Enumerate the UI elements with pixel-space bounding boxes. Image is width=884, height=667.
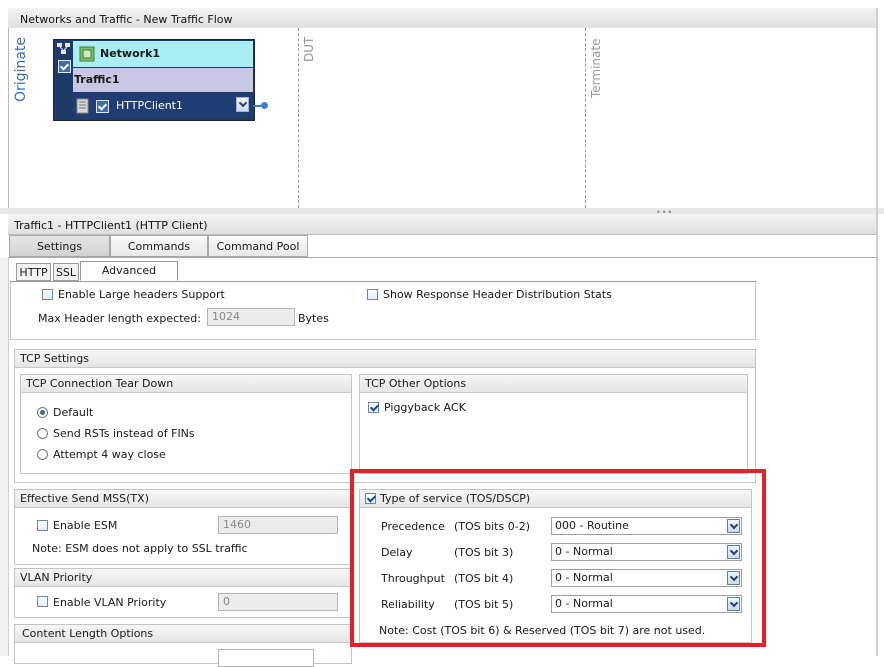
max-header-length-unit: Bytes	[298, 312, 329, 325]
network-row[interactable]: Network1	[73, 41, 253, 67]
mss-group: Effective Send MSS(TX) Enable ESM 1460 N…	[14, 489, 352, 565]
vlan-value-input[interactable]: 0	[218, 593, 338, 611]
vlan-title: VLAN Priority	[15, 569, 351, 587]
network-toggle-checkbox[interactable]	[58, 60, 71, 73]
enable-large-headers-checkbox[interactable]	[42, 289, 53, 300]
server-icon	[76, 98, 89, 114]
tcp-teardown-title: TCP Connection Tear Down	[21, 375, 351, 393]
tab-commands[interactable]: Commands	[110, 235, 208, 257]
enable-esm-label: Enable ESM	[53, 519, 118, 532]
traffic-name: Traffic1	[74, 73, 120, 86]
tcp-other-group: TCP Other Options Piggyback ACK	[359, 374, 748, 474]
show-stats-checkbox[interactable]	[367, 289, 378, 300]
window-title-bar: Networks and Traffic - New Traffic Flow	[8, 8, 876, 29]
tab-divider	[8, 257, 876, 258]
teardown-4way-label: Attempt 4 way close	[53, 448, 166, 461]
traffic-flow-canvas[interactable]: Originate DUT Terminate Network1 Traffic…	[8, 28, 878, 209]
max-header-length-label: Max Header length expected:	[38, 312, 201, 325]
tcp-teardown-group: TCP Connection Tear Down Default Send RS…	[20, 374, 352, 474]
subtab-advanced-options[interactable]: Advanced Options	[80, 261, 178, 295]
piggyback-ack-label: Piggyback ACK	[384, 401, 466, 414]
piggyback-ack-checkbox[interactable]	[368, 402, 379, 413]
enable-vlan-label: Enable VLAN Priority	[53, 596, 167, 609]
teardown-4way-radio[interactable]	[37, 449, 48, 460]
content-length-input[interactable]	[218, 649, 314, 667]
dut-label: DUT	[302, 36, 316, 62]
network-icon	[79, 46, 95, 62]
right-border	[876, 8, 878, 656]
chevron-down-icon	[238, 98, 248, 108]
enable-large-headers-label: Enable Large headers Support	[58, 288, 225, 301]
teardown-rst-label: Send RSTs instead of FINs	[53, 427, 195, 440]
terminate-label: Terminate	[589, 38, 603, 98]
terminate-separator	[585, 28, 586, 208]
tab-command-pool[interactable]: Command Pool	[208, 235, 308, 257]
dut-separator	[298, 28, 299, 208]
window-title: Networks and Traffic - New Traffic Flow	[20, 13, 233, 26]
tcp-settings-title: TCP Settings	[15, 350, 755, 368]
client-name: HTTPClient1	[116, 99, 183, 112]
teardown-default-radio[interactable]	[37, 407, 48, 418]
panel-title-bar: Traffic1 - HTTPClient1 (HTTP Client)	[8, 214, 876, 235]
header-options-group: Enable Large headers Support Show Respon…	[10, 282, 756, 340]
traffic-row[interactable]: Traffic1	[73, 68, 253, 92]
content-length-group: Content Length Options	[14, 624, 352, 667]
content-length-title: Content Length Options	[15, 625, 351, 643]
esm-value-input[interactable]: 1460	[218, 516, 338, 534]
esm-note: Note: ESM does not apply to SSL traffic	[32, 542, 248, 555]
show-stats-label: Show Response Header Distribution Stats	[383, 288, 612, 301]
highlight-box	[350, 469, 766, 647]
client-toggle-checkbox[interactable]	[96, 100, 109, 113]
connector-handle[interactable]	[261, 102, 268, 109]
network-block[interactable]: Network1 Traffic1 HTTPClient1	[53, 39, 255, 121]
enable-vlan-checkbox[interactable]	[37, 596, 48, 607]
subtab-ssl[interactable]: SSL	[53, 263, 79, 281]
enable-esm-checkbox[interactable]	[37, 520, 48, 531]
mss-title: Effective Send MSS(TX)	[15, 490, 351, 508]
originate-label: Originate	[13, 37, 29, 102]
max-header-length-input[interactable]: 1024	[207, 308, 295, 326]
network-tree-icon	[57, 43, 70, 54]
panel-title: Traffic1 - HTTPClient1 (HTTP Client)	[14, 219, 208, 232]
client-dropdown-button[interactable]	[236, 97, 249, 112]
subtab-http[interactable]: HTTP	[16, 263, 51, 281]
left-gutter	[0, 258, 9, 656]
vlan-group: VLAN Priority Enable VLAN Priority 0	[14, 568, 352, 618]
teardown-default-label: Default	[53, 406, 94, 419]
tab-settings[interactable]: Settings	[9, 235, 110, 257]
client-row[interactable]: HTTPClient1	[73, 94, 253, 118]
teardown-rst-radio[interactable]	[37, 428, 48, 439]
network-name: Network1	[100, 47, 161, 60]
tcp-other-title: TCP Other Options	[360, 375, 747, 393]
